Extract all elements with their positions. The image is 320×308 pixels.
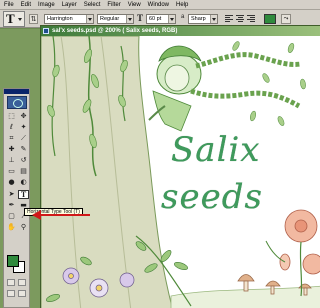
chevron-down-icon xyxy=(18,18,22,21)
dodge-tool-icon[interactable]: ◐ xyxy=(18,178,29,187)
history-brush-tool-icon[interactable]: ↺ xyxy=(18,156,29,165)
font-family-select[interactable]: Harrington xyxy=(44,14,94,24)
align-right-button[interactable] xyxy=(247,15,255,23)
blur-tool-icon[interactable]: ● xyxy=(6,178,17,187)
slice-tool-icon[interactable]: ⟋ xyxy=(18,134,29,143)
font-style-select[interactable]: Regular xyxy=(97,14,134,24)
annotation-arrow-icon xyxy=(32,210,90,220)
marquee-tool-icon[interactable]: ⬚ xyxy=(6,112,17,121)
path-selection-tool-icon[interactable]: ➤ xyxy=(6,190,17,199)
hand-tool-icon[interactable]: ✋ xyxy=(6,223,17,232)
text-orientation-button[interactable]: ⇅ xyxy=(29,14,38,24)
warp-text-button[interactable]: ⤳ xyxy=(281,14,291,24)
photoshop-window: File Edit Image Layer Select Filter View… xyxy=(0,0,320,308)
menu-bar: File Edit Image Layer Select Filter View… xyxy=(0,0,320,10)
screen-mode-standard-button[interactable] xyxy=(7,290,15,297)
align-center-button[interactable] xyxy=(236,15,244,23)
document-window: sal'x seeds.psd @ 200% ( Salix seeds, RG… xyxy=(40,25,320,308)
crop-tool-icon[interactable]: ⌗ xyxy=(6,134,17,143)
menu-edit[interactable]: Edit xyxy=(21,0,31,10)
quick-mask-mode-button[interactable] xyxy=(18,279,26,286)
canvas[interactable]: Salix seeds xyxy=(41,36,320,308)
canvas-text-seeds[interactable]: seeds xyxy=(161,177,263,217)
antialias-select[interactable]: Sharp xyxy=(188,14,218,24)
screen-mode-full-button[interactable] xyxy=(18,290,26,297)
menu-filter[interactable]: Filter xyxy=(107,0,120,10)
menu-file[interactable]: File xyxy=(4,0,14,10)
illustration xyxy=(41,36,320,308)
antialias-value: Sharp xyxy=(191,16,206,22)
menu-help[interactable]: Help xyxy=(176,0,188,10)
chevron-down-icon xyxy=(168,15,175,23)
font-size-icon: T xyxy=(137,13,144,23)
zoom-tool-icon[interactable]: ⚲ xyxy=(18,223,29,232)
menu-image[interactable]: Image xyxy=(38,0,55,10)
tools-palette: ⬚ ✥ ℓ ✦ ⌗ ⟋ ✚ ✎ ⊥ ↺ ▭ ▤ ● ◐ ➤ T ✒ ▬ ▢ ⁄ … xyxy=(3,88,30,308)
move-tool-icon[interactable]: ✥ xyxy=(18,112,29,121)
tool-preset-picker[interactable]: T xyxy=(3,11,25,27)
menu-layer[interactable]: Layer xyxy=(62,0,77,10)
pen-tool-icon[interactable]: ✒ xyxy=(6,201,17,210)
align-left-button[interactable] xyxy=(225,15,233,23)
photoshop-logo-icon[interactable] xyxy=(7,96,27,109)
healing-brush-tool-icon[interactable]: ✚ xyxy=(6,145,17,154)
chevron-down-icon xyxy=(126,15,133,23)
text-color-swatch[interactable] xyxy=(264,14,276,24)
notes-tool-icon[interactable]: ▢ xyxy=(6,212,17,221)
font-family-value: Harrington xyxy=(47,16,73,22)
lasso-tool-icon[interactable]: ℓ xyxy=(6,123,17,132)
canvas-text-salix[interactable]: Salix xyxy=(171,130,261,170)
document-title: sal'x seeds.psd @ 200% ( Salix seeds, RG… xyxy=(52,28,178,34)
clone-stamp-tool-icon[interactable]: ⊥ xyxy=(6,156,17,165)
gradient-tool-icon[interactable]: ▤ xyxy=(18,167,29,176)
chevron-down-icon xyxy=(86,15,93,23)
chevron-down-icon xyxy=(210,15,217,23)
standard-mode-button[interactable] xyxy=(7,279,15,286)
menu-select[interactable]: Select xyxy=(84,0,101,10)
font-size-value: 60 pt xyxy=(149,16,162,22)
font-style-value: Regular xyxy=(100,16,120,22)
document-title-bar[interactable]: sal'x seeds.psd @ 200% ( Salix seeds, RG… xyxy=(41,26,320,36)
font-size-select[interactable]: 60 pt xyxy=(146,14,176,24)
magic-wand-tool-icon[interactable]: ✦ xyxy=(18,123,29,132)
eraser-tool-icon[interactable]: ▭ xyxy=(6,167,17,176)
menu-window[interactable]: Window xyxy=(148,0,169,10)
photoshop-doc-icon xyxy=(43,28,49,34)
type-tool-icon: T xyxy=(6,11,15,26)
menu-view[interactable]: View xyxy=(128,0,141,10)
brush-tool-icon[interactable]: ✎ xyxy=(18,145,29,154)
foreground-color-swatch[interactable] xyxy=(7,255,19,267)
horizontal-type-tool-icon[interactable]: T xyxy=(18,190,29,199)
palette-title-bar[interactable] xyxy=(4,89,29,94)
antialias-icon: a xyxy=(181,14,185,20)
